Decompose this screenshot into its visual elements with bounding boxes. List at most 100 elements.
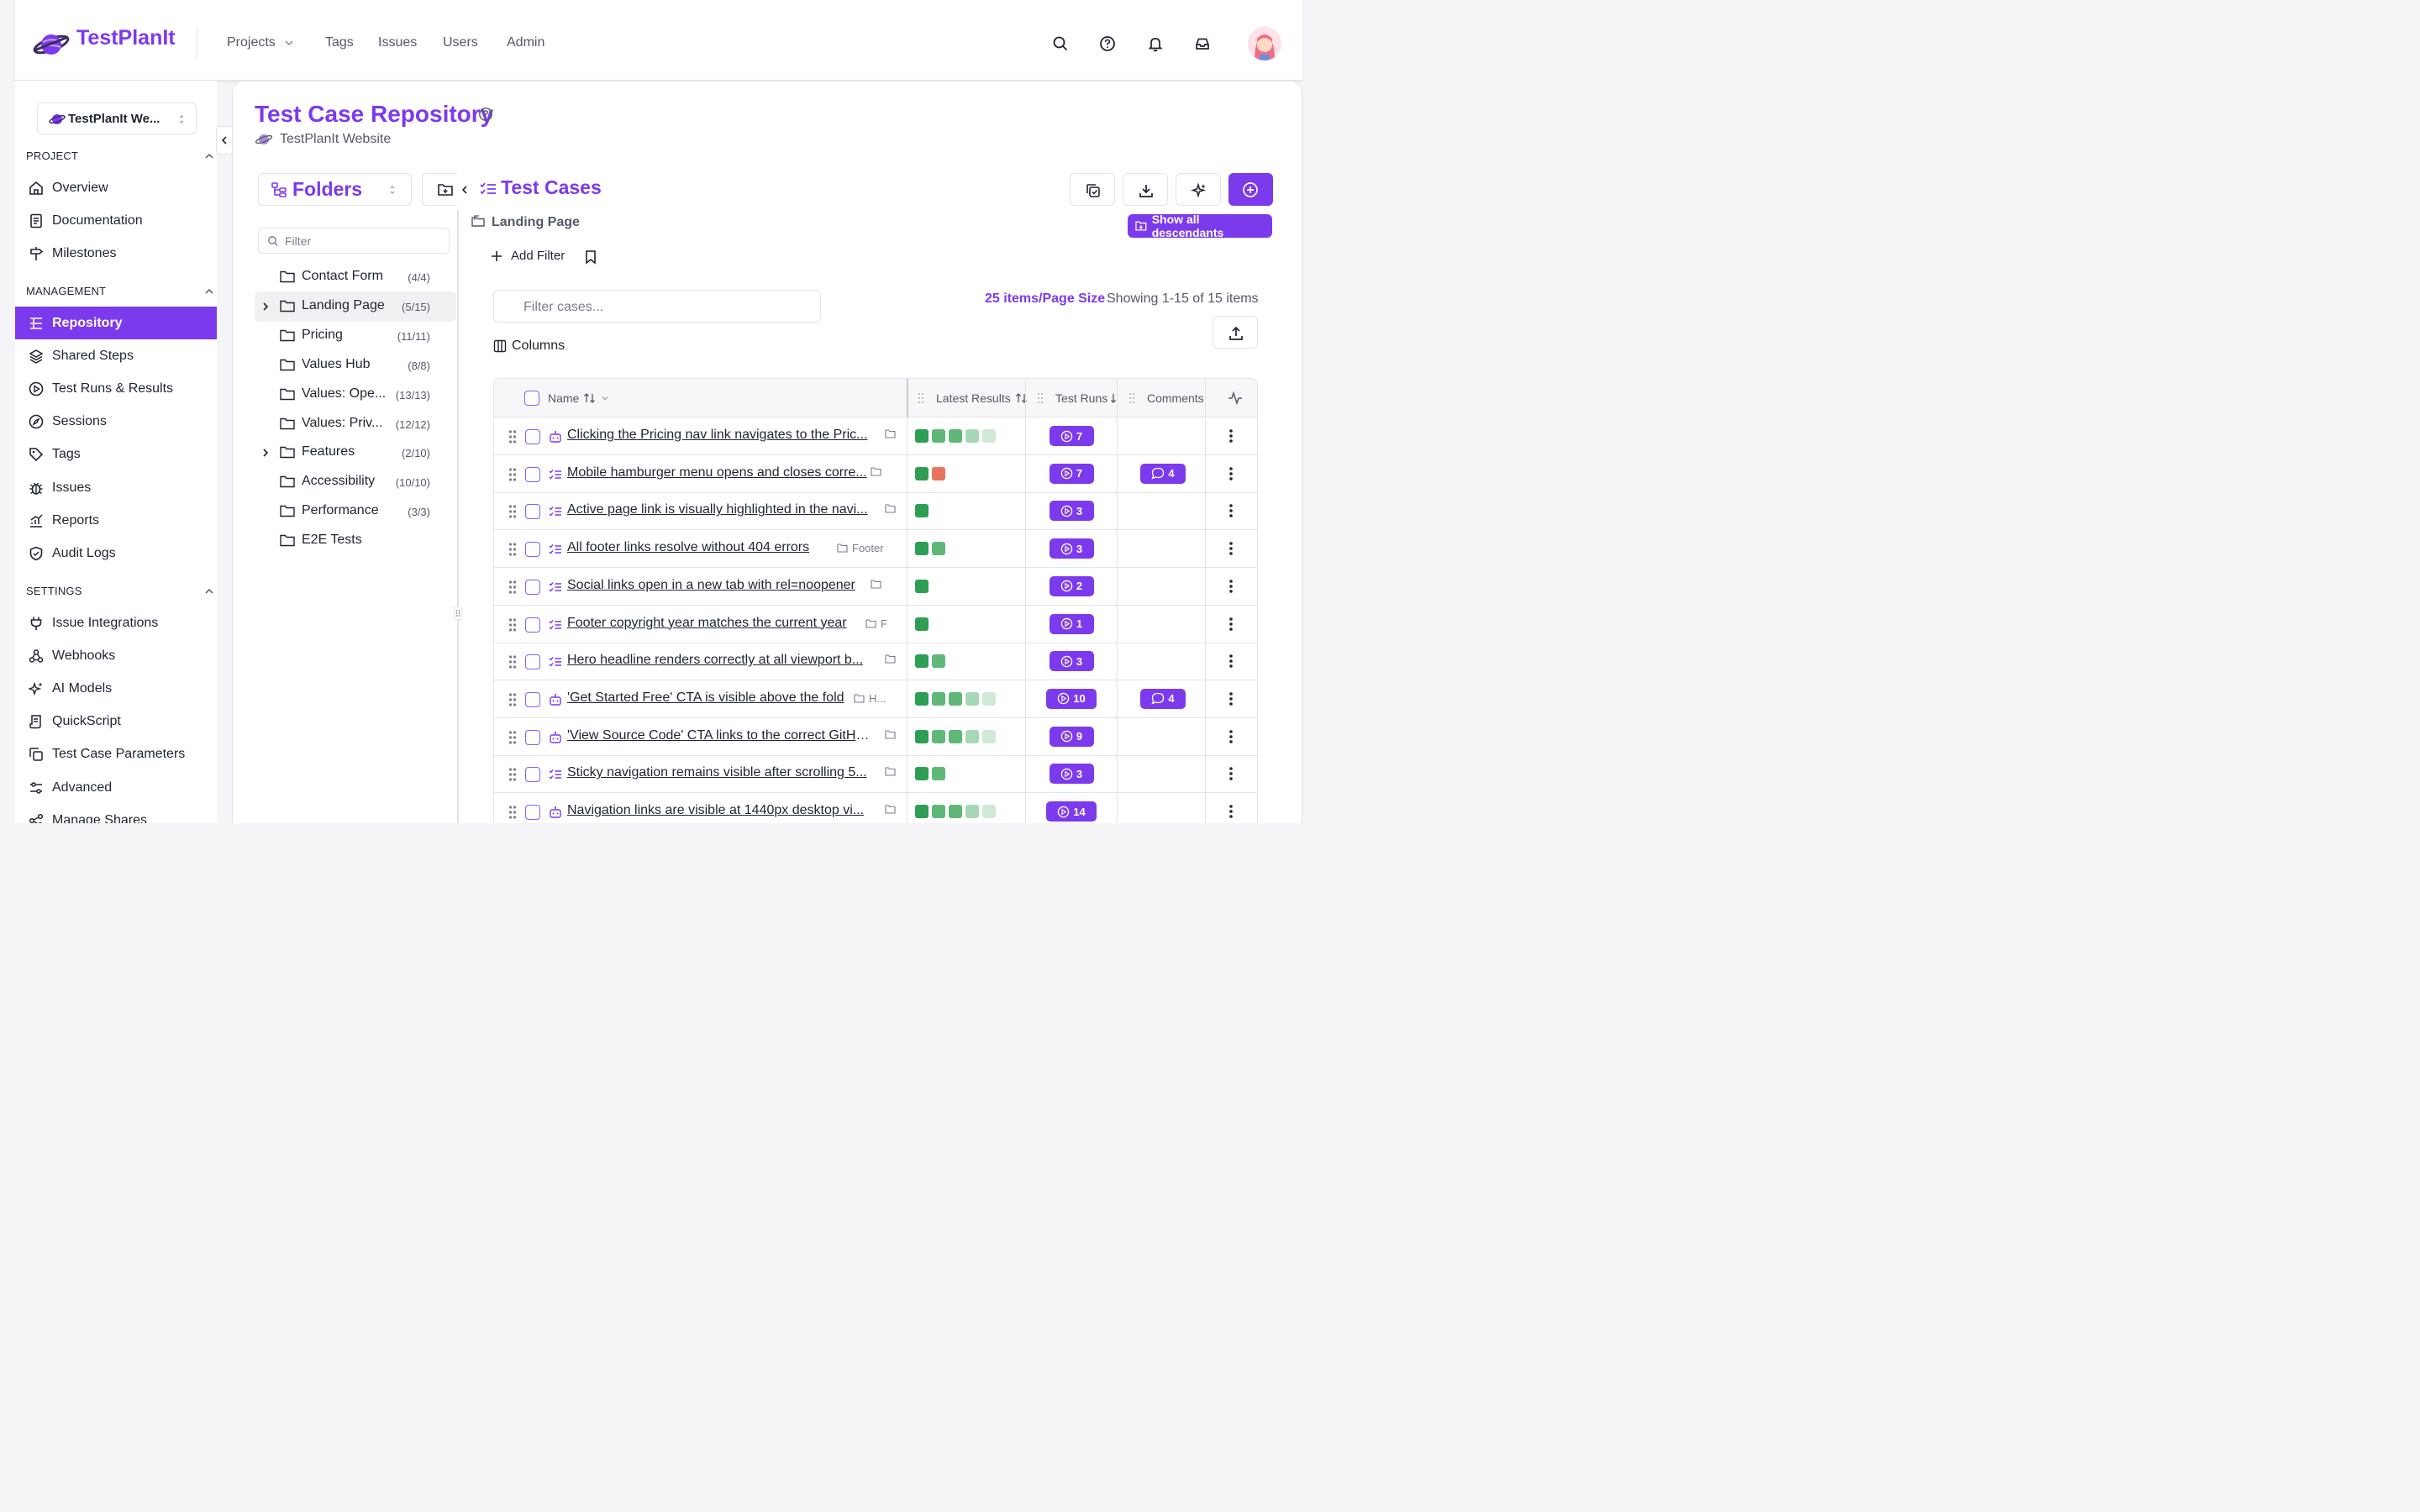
test-case-name-link[interactable]: All footer links resolve without 404 err…: [567, 540, 809, 555]
nav-users[interactable]: Users: [443, 35, 478, 50]
result-status-square[interactable]: [949, 691, 962, 706]
result-status-square[interactable]: [915, 617, 929, 631]
bookmark-icon[interactable]: [584, 249, 597, 265]
result-status-square[interactable]: [982, 729, 996, 743]
chevron-up-icon[interactable]: [204, 287, 214, 296]
table-row[interactable]: Navigation links are visible at 1440px d…: [494, 793, 1257, 823]
result-status-square[interactable]: [915, 466, 929, 480]
nav-admin[interactable]: Admin: [507, 35, 544, 50]
test-case-name-link[interactable]: Social links open in a new tab with rel=…: [567, 578, 855, 593]
table-row[interactable]: All footer links resolve without 404 err…: [494, 530, 1257, 569]
drag-handle-icon[interactable]: [508, 692, 517, 707]
help-circle-icon[interactable]: [478, 107, 493, 122]
drag-handle-icon[interactable]: [508, 580, 517, 595]
logo-icon[interactable]: [32, 29, 71, 60]
bell-icon[interactable]: [1147, 35, 1167, 55]
page-size-selector[interactable]: 25 items/Page Size: [985, 291, 1105, 307]
result-status-square[interactable]: [932, 767, 945, 781]
table-row[interactable]: Clicking the Pricing nav link navigates …: [494, 417, 1257, 455]
latest-results[interactable]: [915, 691, 999, 706]
nav-issues[interactable]: Issues: [378, 35, 417, 50]
latest-results[interactable]: [915, 729, 999, 743]
comments-badge[interactable]: 4: [1140, 688, 1186, 709]
folder-filter-input[interactable]: Filter: [258, 228, 450, 254]
test-case-name-link[interactable]: 'View Source Code' CTA links to the corr…: [567, 728, 871, 743]
sidebar-item-test-runs-results[interactable]: Test Runs & Results: [15, 372, 217, 405]
chevron-up-icon[interactable]: [204, 587, 214, 596]
result-status-square[interactable]: [915, 542, 929, 556]
row-checkbox[interactable]: [525, 654, 540, 670]
import-button[interactable]: [1123, 173, 1168, 206]
test-runs-badge[interactable]: 10: [1046, 688, 1097, 709]
column-header-comments[interactable]: Comments: [1147, 391, 1204, 405]
result-status-square[interactable]: [932, 691, 945, 706]
row-checkbox[interactable]: [525, 504, 540, 520]
result-status-square[interactable]: [965, 691, 979, 706]
folder-item[interactable]: Contact Form (4/4): [255, 262, 456, 292]
row-checkbox[interactable]: [525, 767, 540, 783]
copy-move-button[interactable]: [1070, 173, 1115, 206]
panel-resize-divider[interactable]: [457, 210, 459, 823]
export-button[interactable]: [1213, 316, 1258, 349]
show-descendants-button[interactable]: Show all descendants: [1128, 213, 1272, 239]
row-checkbox[interactable]: [525, 542, 540, 558]
result-status-square[interactable]: [949, 729, 962, 743]
result-status-square[interactable]: [915, 729, 929, 743]
more-vertical-icon[interactable]: [1228, 617, 1234, 632]
drag-handle-icon[interactable]: [508, 542, 517, 557]
sidebar-item-repository[interactable]: Repository: [15, 307, 217, 339]
test-runs-badge[interactable]: 14: [1046, 801, 1097, 822]
result-status-square[interactable]: [982, 805, 996, 818]
sidebar-item-audit-logs[interactable]: Audit Logs: [15, 537, 217, 570]
table-row[interactable]: Sticky navigation remains visible after …: [494, 755, 1257, 794]
chevron-right-icon[interactable]: [261, 448, 270, 458]
more-vertical-icon[interactable]: [1228, 804, 1234, 819]
result-status-square[interactable]: [965, 429, 979, 443]
test-runs-badge[interactable]: 3: [1049, 538, 1094, 559]
drag-handle-icon[interactable]: [1037, 392, 1044, 404]
result-status-square[interactable]: [982, 429, 996, 443]
more-vertical-icon[interactable]: [1228, 691, 1234, 706]
sidebar-item-tags[interactable]: Tags: [15, 438, 217, 471]
column-header-test-runs[interactable]: Test Runs: [1055, 391, 1118, 405]
test-case-name-link[interactable]: Sticky navigation remains visible after …: [567, 765, 867, 780]
chevron-right-icon[interactable]: [261, 302, 270, 312]
result-status-square[interactable]: [932, 429, 945, 443]
sidebar-item-advanced[interactable]: Advanced: [15, 771, 217, 804]
test-runs-badge[interactable]: 3: [1049, 764, 1094, 785]
more-vertical-icon[interactable]: [1228, 466, 1234, 481]
sidebar-item-overview[interactable]: Overview: [15, 171, 217, 204]
folder-item[interactable]: Accessibility (10/10): [255, 467, 456, 497]
result-status-square[interactable]: [915, 504, 929, 518]
drag-handle-icon[interactable]: [508, 504, 517, 519]
test-case-name-link[interactable]: 'Get Started Free' CTA is visible above …: [567, 690, 844, 706]
table-row[interactable]: Hero headline renders correctly at all v…: [494, 643, 1257, 681]
result-status-square[interactable]: [915, 805, 929, 818]
activity-icon[interactable]: [1228, 391, 1243, 406]
resize-handle-icon[interactable]: [454, 606, 462, 620]
more-vertical-icon[interactable]: [1228, 428, 1234, 444]
sidebar-item-test-case-parameters[interactable]: Test Case Parameters: [15, 738, 217, 771]
test-runs-badge[interactable]: 9: [1049, 726, 1094, 747]
collapse-folders-button[interactable]: [457, 173, 472, 206]
sidebar-item-issue-integrations[interactable]: Issue Integrations: [15, 606, 217, 639]
latest-results[interactable]: [915, 466, 949, 480]
folder-item[interactable]: Features (2/10): [255, 438, 456, 468]
row-checkbox[interactable]: [525, 617, 540, 633]
nav-projects[interactable]: Projects: [227, 35, 294, 50]
result-status-square[interactable]: [915, 579, 929, 593]
table-row[interactable]: 'Get Started Free' CTA is visible above …: [494, 680, 1257, 718]
drag-handle-icon[interactable]: [508, 730, 517, 745]
row-checkbox[interactable]: [525, 579, 540, 595]
folder-item[interactable]: Values Hub (8/8): [255, 350, 456, 381]
latest-results[interactable]: [915, 579, 932, 593]
test-runs-badge[interactable]: 1: [1049, 613, 1094, 634]
row-checkbox[interactable]: [525, 729, 540, 745]
result-status-square[interactable]: [915, 654, 929, 669]
row-checkbox[interactable]: [525, 691, 540, 707]
latest-results[interactable]: [915, 429, 999, 443]
sidebar-item-quickscript[interactable]: QuickScript: [15, 706, 217, 738]
latest-results[interactable]: [915, 504, 932, 518]
result-status-square[interactable]: [915, 767, 929, 781]
inbox-icon[interactable]: [1194, 35, 1214, 55]
